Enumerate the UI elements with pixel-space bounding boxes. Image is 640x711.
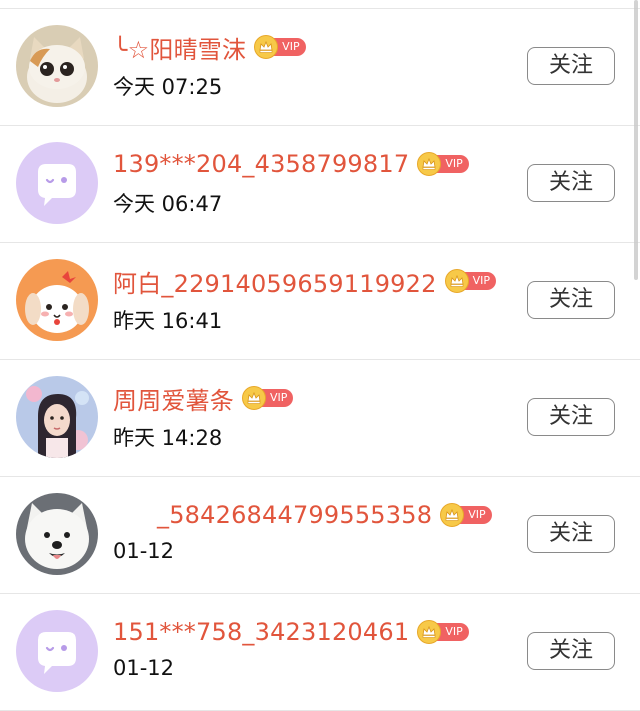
vip-badge: VIP xyxy=(242,386,294,410)
vip-badge: VIP xyxy=(254,35,306,59)
follow-button[interactable]: 关注 xyxy=(527,515,615,553)
follower-name[interactable]: 139***204_4358799817 xyxy=(113,150,409,178)
follower-name[interactable]: 周周爱薯条 xyxy=(113,381,234,416)
avatar-cat[interactable] xyxy=(16,25,98,107)
vip-badge: VIP xyxy=(417,152,469,176)
follower-name[interactable]: 阿白_22914059659119922 xyxy=(113,264,437,299)
follow-time: 01-12 xyxy=(113,656,175,680)
avatar-default[interactable] xyxy=(16,142,98,224)
follower-list: ╰☆阳晴雪沫 VIP 今天 07:25 关注 139***204_4358799… xyxy=(0,8,640,711)
follow-button[interactable]: 关注 xyxy=(527,281,615,319)
follower-row[interactable]: _58426844799555358 VIP 01-12 关注 xyxy=(0,477,640,594)
follow-time: 今天 07:25 xyxy=(113,75,223,99)
crown-icon xyxy=(417,152,442,176)
follower-row[interactable]: 阿白_22914059659119922 VIP 昨天 16:41 关注 xyxy=(0,243,640,360)
follow-time: 昨天 14:28 xyxy=(113,426,223,450)
follower-row[interactable]: ╰☆阳晴雪沫 VIP 今天 07:25 关注 xyxy=(0,9,640,126)
follow-time: 昨天 16:41 xyxy=(113,309,223,333)
crown-icon xyxy=(417,620,442,644)
avatar-girl[interactable] xyxy=(16,376,98,458)
follow-button[interactable]: 关注 xyxy=(527,632,615,670)
follow-time: 今天 06:47 xyxy=(113,192,223,216)
crown-icon xyxy=(242,386,266,410)
vip-badge: VIP xyxy=(417,620,469,644)
follower-name[interactable]: 151***758_3423120461 xyxy=(113,618,409,646)
vip-badge: VIP xyxy=(444,269,496,293)
scrollbar[interactable] xyxy=(634,0,638,280)
follower-name[interactable]: _58426844799555358 xyxy=(113,501,432,529)
crown-icon xyxy=(440,503,465,527)
crown-icon xyxy=(444,269,469,293)
crown-icon xyxy=(254,35,279,59)
follower-name[interactable]: ╰☆阳晴雪沫 xyxy=(113,30,246,65)
follow-button[interactable]: 关注 xyxy=(527,398,615,436)
follow-button[interactable]: 关注 xyxy=(527,47,615,85)
avatar-cartoon-dog[interactable] xyxy=(16,259,98,341)
follower-row[interactable]: 151***758_3423120461 VIP 01-12 关注 xyxy=(0,594,640,711)
avatar-samoyed[interactable] xyxy=(16,493,98,575)
follow-time: 01-12 xyxy=(113,539,175,563)
follow-button[interactable]: 关注 xyxy=(527,164,615,202)
follower-row[interactable]: 139***204_4358799817 VIP 今天 06:47 关注 xyxy=(0,126,640,243)
avatar-default[interactable] xyxy=(16,610,98,692)
vip-badge: VIP xyxy=(440,503,492,527)
follower-row[interactable]: 周周爱薯条 VIP 昨天 14:28 关注 xyxy=(0,360,640,477)
